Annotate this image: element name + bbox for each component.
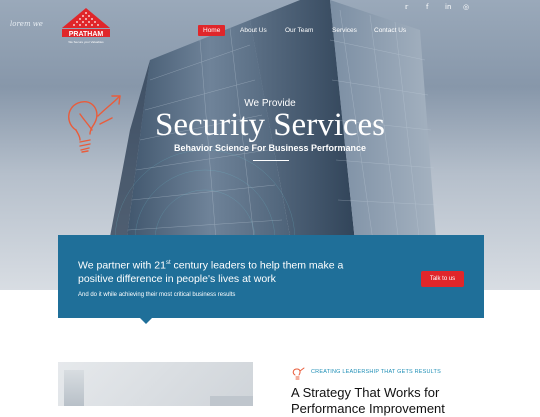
- section-title: A Strategy That Works for Performance Im…: [291, 385, 445, 416]
- logo-text: PRATHAM: [69, 31, 104, 38]
- hero-subtitle: Behavior Science For Business Performanc…: [173, 143, 367, 153]
- hero-title: Security Services: [154, 107, 386, 143]
- cta-subtext: And do it while achieving their most cri…: [78, 292, 236, 298]
- cta-card: We partner with 21st century leaders to …: [58, 235, 484, 318]
- facebook-icon[interactable]: f: [426, 3, 428, 11]
- nav-contact-us[interactable]: Contact Us: [369, 25, 411, 36]
- twitter-icon[interactable]: 𝕣: [405, 3, 408, 11]
- logo-subtext: We Secure your Valuables: [68, 40, 104, 44]
- cta-headline-pre: We partner with 21: [78, 259, 166, 272]
- logo[interactable]: PRATHAM We Secure your Valuables: [56, 6, 116, 48]
- nav-services[interactable]: Services: [327, 25, 362, 36]
- nav-about-us[interactable]: About Us: [235, 25, 272, 36]
- nav-home[interactable]: Home: [198, 25, 226, 36]
- hero-divider: [253, 160, 289, 161]
- card-pointer: [140, 318, 152, 324]
- cta-headline: We partner with 21st century leaders to …: [78, 257, 378, 286]
- linkedin-icon[interactable]: in: [445, 3, 451, 11]
- brand-script-text: lorem we: [10, 20, 43, 28]
- image-window: [64, 370, 84, 406]
- lightbulb-small-icon: [292, 367, 305, 380]
- image-detail: [210, 396, 253, 406]
- section-kicker: CREATING LEADERSHIP THAT GETS RESULTS: [311, 369, 441, 375]
- section-image: [58, 362, 253, 406]
- nav-our-team[interactable]: Our Team: [280, 25, 318, 36]
- instagram-icon[interactable]: ◎: [463, 3, 469, 11]
- talk-to-us-button[interactable]: Talk to us: [421, 271, 464, 287]
